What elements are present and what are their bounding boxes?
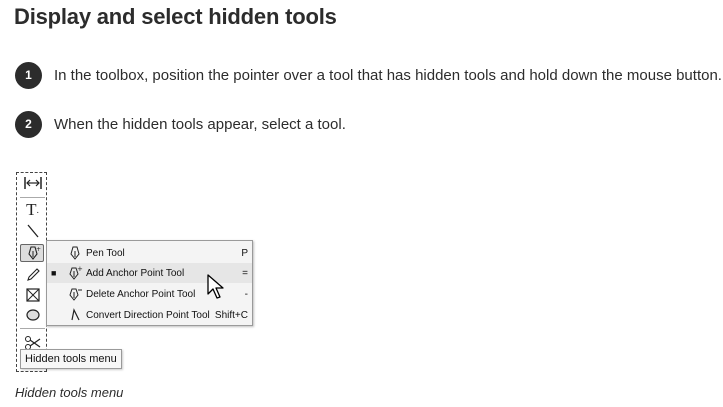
toolbox: T. + [16, 172, 47, 372]
menu-item-shortcut: P [241, 247, 248, 259]
step-number-badge: 2 [15, 110, 42, 138]
menu-item-label: Convert Direction Point Tool [86, 309, 210, 321]
step-text: When the hidden tools appear, select a t… [54, 115, 346, 133]
pen-tool-icon[interactable]: + [17, 243, 48, 263]
step-number-badge: 1 [15, 61, 42, 89]
pen-icon [67, 245, 83, 261]
svg-text:+: + [77, 265, 83, 273]
menu-item-label: Add Anchor Point Tool [86, 267, 185, 279]
delete-anchor-point-icon [67, 286, 83, 302]
checked-indicator-icon: ■ [51, 268, 57, 278]
menu-item-label: Pen Tool [86, 247, 125, 259]
toolbox-divider [20, 197, 45, 198]
page-title: Display and select hidden tools [14, 4, 337, 29]
step-2: 2 When the hidden tools appear, select a… [15, 110, 346, 138]
mouse-pointer-icon [207, 274, 225, 300]
add-anchor-point-icon: + [67, 265, 83, 281]
tooltip: Hidden tools menu [20, 349, 122, 369]
rectangle-frame-tool-icon[interactable] [17, 285, 48, 305]
type-tool-icon[interactable]: T. [17, 200, 48, 220]
step-text: In the toolbox, position the pointer ove… [54, 66, 722, 84]
step-1: 1 In the toolbox, position the pointer o… [15, 61, 722, 89]
svg-text:+: + [36, 246, 41, 253]
gap-tool-icon[interactable] [17, 173, 48, 193]
toolbox-divider [20, 328, 45, 329]
menu-item-label: Delete Anchor Point Tool [86, 288, 196, 300]
menu-item-pen-tool[interactable]: Pen Tool P [47, 243, 252, 263]
pencil-tool-icon[interactable] [17, 265, 48, 285]
line-tool-icon[interactable] [17, 221, 48, 241]
figure-caption: Hidden tools menu [15, 385, 124, 400]
menu-item-shortcut: Shift+C [214, 309, 248, 321]
ellipse-tool-icon[interactable] [17, 305, 48, 325]
menu-item-convert-direction-point-tool[interactable]: Convert Direction Point Tool Shift+C [47, 305, 252, 325]
convert-direction-point-icon [67, 307, 83, 323]
